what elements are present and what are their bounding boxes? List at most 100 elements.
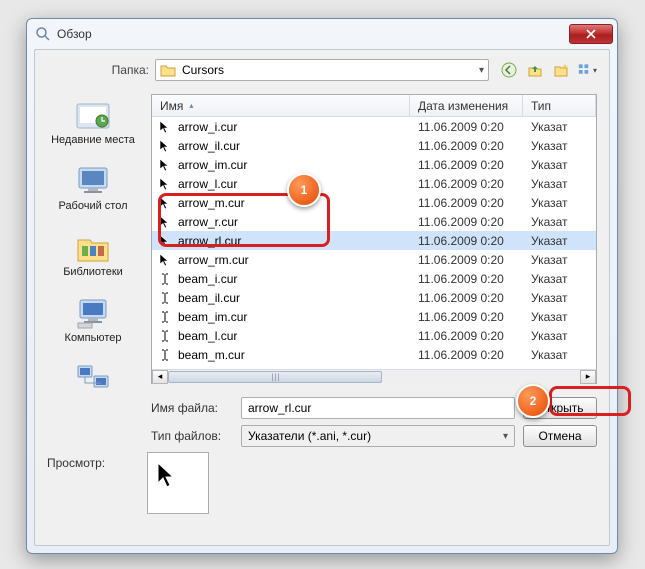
folder-row: Папка: Cursors ▾ ▾ <box>105 58 597 82</box>
place-libraries[interactable]: Библиотеки <box>43 226 143 282</box>
file-type: Указат <box>523 158 596 172</box>
folder-label: Папка: <box>105 63 149 77</box>
magnifier-icon <box>35 26 51 42</box>
cancel-button-label: Отмена <box>538 429 581 443</box>
file-row[interactable]: arrow_l.cur11.06.2009 0:20Указат <box>152 174 596 193</box>
file-row[interactable]: beam_l.cur11.06.2009 0:20Указат <box>152 326 596 345</box>
ibeam-icon <box>158 348 172 362</box>
place-label: Рабочий стол <box>58 200 127 212</box>
fields-area: Имя файла: Открыть Тип файлов: Указатели… <box>151 394 597 450</box>
place-label: Компьютер <box>65 332 122 344</box>
cancel-button[interactable]: Отмена <box>523 425 597 447</box>
filetype-combo[interactable]: Указатели (*.ani, *.cur) ▾ <box>241 425 515 447</box>
file-row[interactable]: beam_il.cur11.06.2009 0:20Указат <box>152 288 596 307</box>
column-date-label: Дата изменения <box>418 99 508 113</box>
file-row[interactable]: beam_i.cur11.06.2009 0:20Указат <box>152 269 596 288</box>
preview-box <box>147 452 209 514</box>
list-header: Имя ▴ Дата изменения Тип <box>152 95 596 117</box>
preview-row: Просмотр: <box>47 456 597 472</box>
scroll-right-button[interactable]: ▸ <box>580 370 596 384</box>
views-icon <box>577 62 592 78</box>
horizontal-scrollbar: ◂ ∣∣∣ ▸ <box>152 369 596 383</box>
open-button[interactable]: Открыть <box>523 397 597 419</box>
new-folder-button[interactable] <box>551 60 571 80</box>
file-name: arrow_im.cur <box>178 158 247 172</box>
file-row[interactable]: beam_m.cur11.06.2009 0:20Указат <box>152 345 596 364</box>
place-desktop[interactable]: Рабочий стол <box>43 160 143 216</box>
file-date: 11.06.2009 0:20 <box>410 272 523 286</box>
close-button[interactable] <box>569 24 613 44</box>
file-date: 11.06.2009 0:20 <box>410 215 523 229</box>
file-type: Указат <box>523 272 596 286</box>
place-label: Библиотеки <box>63 266 123 278</box>
place-network[interactable] <box>43 358 143 402</box>
scroll-left-button[interactable]: ◂ <box>152 370 168 384</box>
ibeam-icon <box>158 291 172 305</box>
ibeam-icon <box>158 329 172 343</box>
file-name: arrow_rm.cur <box>178 253 249 267</box>
places-bar: Недавние места Рабочий стол Библиотеки К… <box>43 94 143 402</box>
filename-input[interactable] <box>248 401 508 415</box>
file-type: Указат <box>523 253 596 267</box>
file-name: arrow_il.cur <box>178 139 240 153</box>
close-icon <box>586 29 596 39</box>
folder-combo[interactable]: Cursors ▾ <box>155 59 489 81</box>
place-label: Недавние места <box>51 134 135 146</box>
file-name: arrow_i.cur <box>178 120 237 134</box>
file-date: 11.06.2009 0:20 <box>410 158 523 172</box>
file-row[interactable]: arrow_rl.cur11.06.2009 0:20Указат <box>152 231 596 250</box>
file-name: beam_l.cur <box>178 329 237 343</box>
file-date: 11.06.2009 0:20 <box>410 139 523 153</box>
sort-caret-icon: ▴ <box>189 101 193 110</box>
file-name: beam_il.cur <box>178 291 240 305</box>
cursor-arrow-icon <box>158 120 172 134</box>
chevron-down-icon[interactable]: ▾ <box>503 431 508 442</box>
dialog-title: Обзор <box>57 27 569 41</box>
open-file-dialog: Обзор Папка: Cursors ▾ <box>26 18 618 554</box>
cursor-arrow-icon <box>158 177 172 191</box>
file-list: Имя ▴ Дата изменения Тип arrow_i.cur11.0… <box>151 94 597 384</box>
column-type-label: Тип <box>531 99 551 113</box>
cursor-arrow-icon <box>158 158 172 172</box>
folder-current: Cursors <box>182 63 224 77</box>
column-header-type[interactable]: Тип <box>523 95 596 116</box>
place-computer[interactable]: Компьютер <box>43 292 143 348</box>
file-row[interactable]: arrow_r.cur11.06.2009 0:20Указат <box>152 212 596 231</box>
file-type: Указат <box>523 310 596 324</box>
file-type: Указат <box>523 329 596 343</box>
list-body[interactable]: arrow_i.cur11.06.2009 0:20Указатarrow_il… <box>152 117 596 369</box>
filename-input-wrap <box>241 397 515 419</box>
chevron-down-icon: ▾ <box>593 66 597 75</box>
up-folder-icon <box>527 62 543 78</box>
file-date: 11.06.2009 0:20 <box>410 348 523 362</box>
filetype-label: Тип файлов: <box>151 429 233 443</box>
file-date: 11.06.2009 0:20 <box>410 310 523 324</box>
scroll-track[interactable]: ∣∣∣ <box>168 370 580 384</box>
file-date: 11.06.2009 0:20 <box>410 291 523 305</box>
column-header-date[interactable]: Дата изменения <box>410 95 523 116</box>
dialog-body: Папка: Cursors ▾ ▾ <box>34 49 610 546</box>
filename-label: Имя файла: <box>151 401 233 415</box>
cursor-arrow-icon <box>158 196 172 210</box>
grip-icon: ∣∣∣ <box>271 372 280 381</box>
up-button[interactable] <box>525 60 545 80</box>
cursor-arrow-icon <box>158 139 172 153</box>
libraries-icon <box>74 230 112 264</box>
file-row[interactable]: arrow_il.cur11.06.2009 0:20Указат <box>152 136 596 155</box>
file-row[interactable]: arrow_m.cur11.06.2009 0:20Указат <box>152 193 596 212</box>
file-name: arrow_l.cur <box>178 177 237 191</box>
file-type: Указат <box>523 234 596 248</box>
file-row[interactable]: arrow_im.cur 11.06.2009 0:20Указат <box>152 155 596 174</box>
views-button[interactable]: ▾ <box>577 60 597 80</box>
scroll-thumb[interactable]: ∣∣∣ <box>168 371 382 383</box>
chevron-down-icon[interactable]: ▾ <box>479 65 484 76</box>
file-row[interactable]: arrow_i.cur11.06.2009 0:20Указат <box>152 117 596 136</box>
file-row[interactable]: beam_im.cur11.06.2009 0:20Указат <box>152 307 596 326</box>
file-name: beam_m.cur <box>178 348 245 362</box>
file-row[interactable]: arrow_rm.cur11.06.2009 0:20Указат <box>152 250 596 269</box>
column-header-name[interactable]: Имя ▴ <box>152 95 410 116</box>
place-recent[interactable]: Недавние места <box>43 94 143 150</box>
ibeam-icon <box>158 272 172 286</box>
back-button[interactable] <box>499 60 519 80</box>
filetype-value: Указатели (*.ani, *.cur) <box>248 429 371 443</box>
